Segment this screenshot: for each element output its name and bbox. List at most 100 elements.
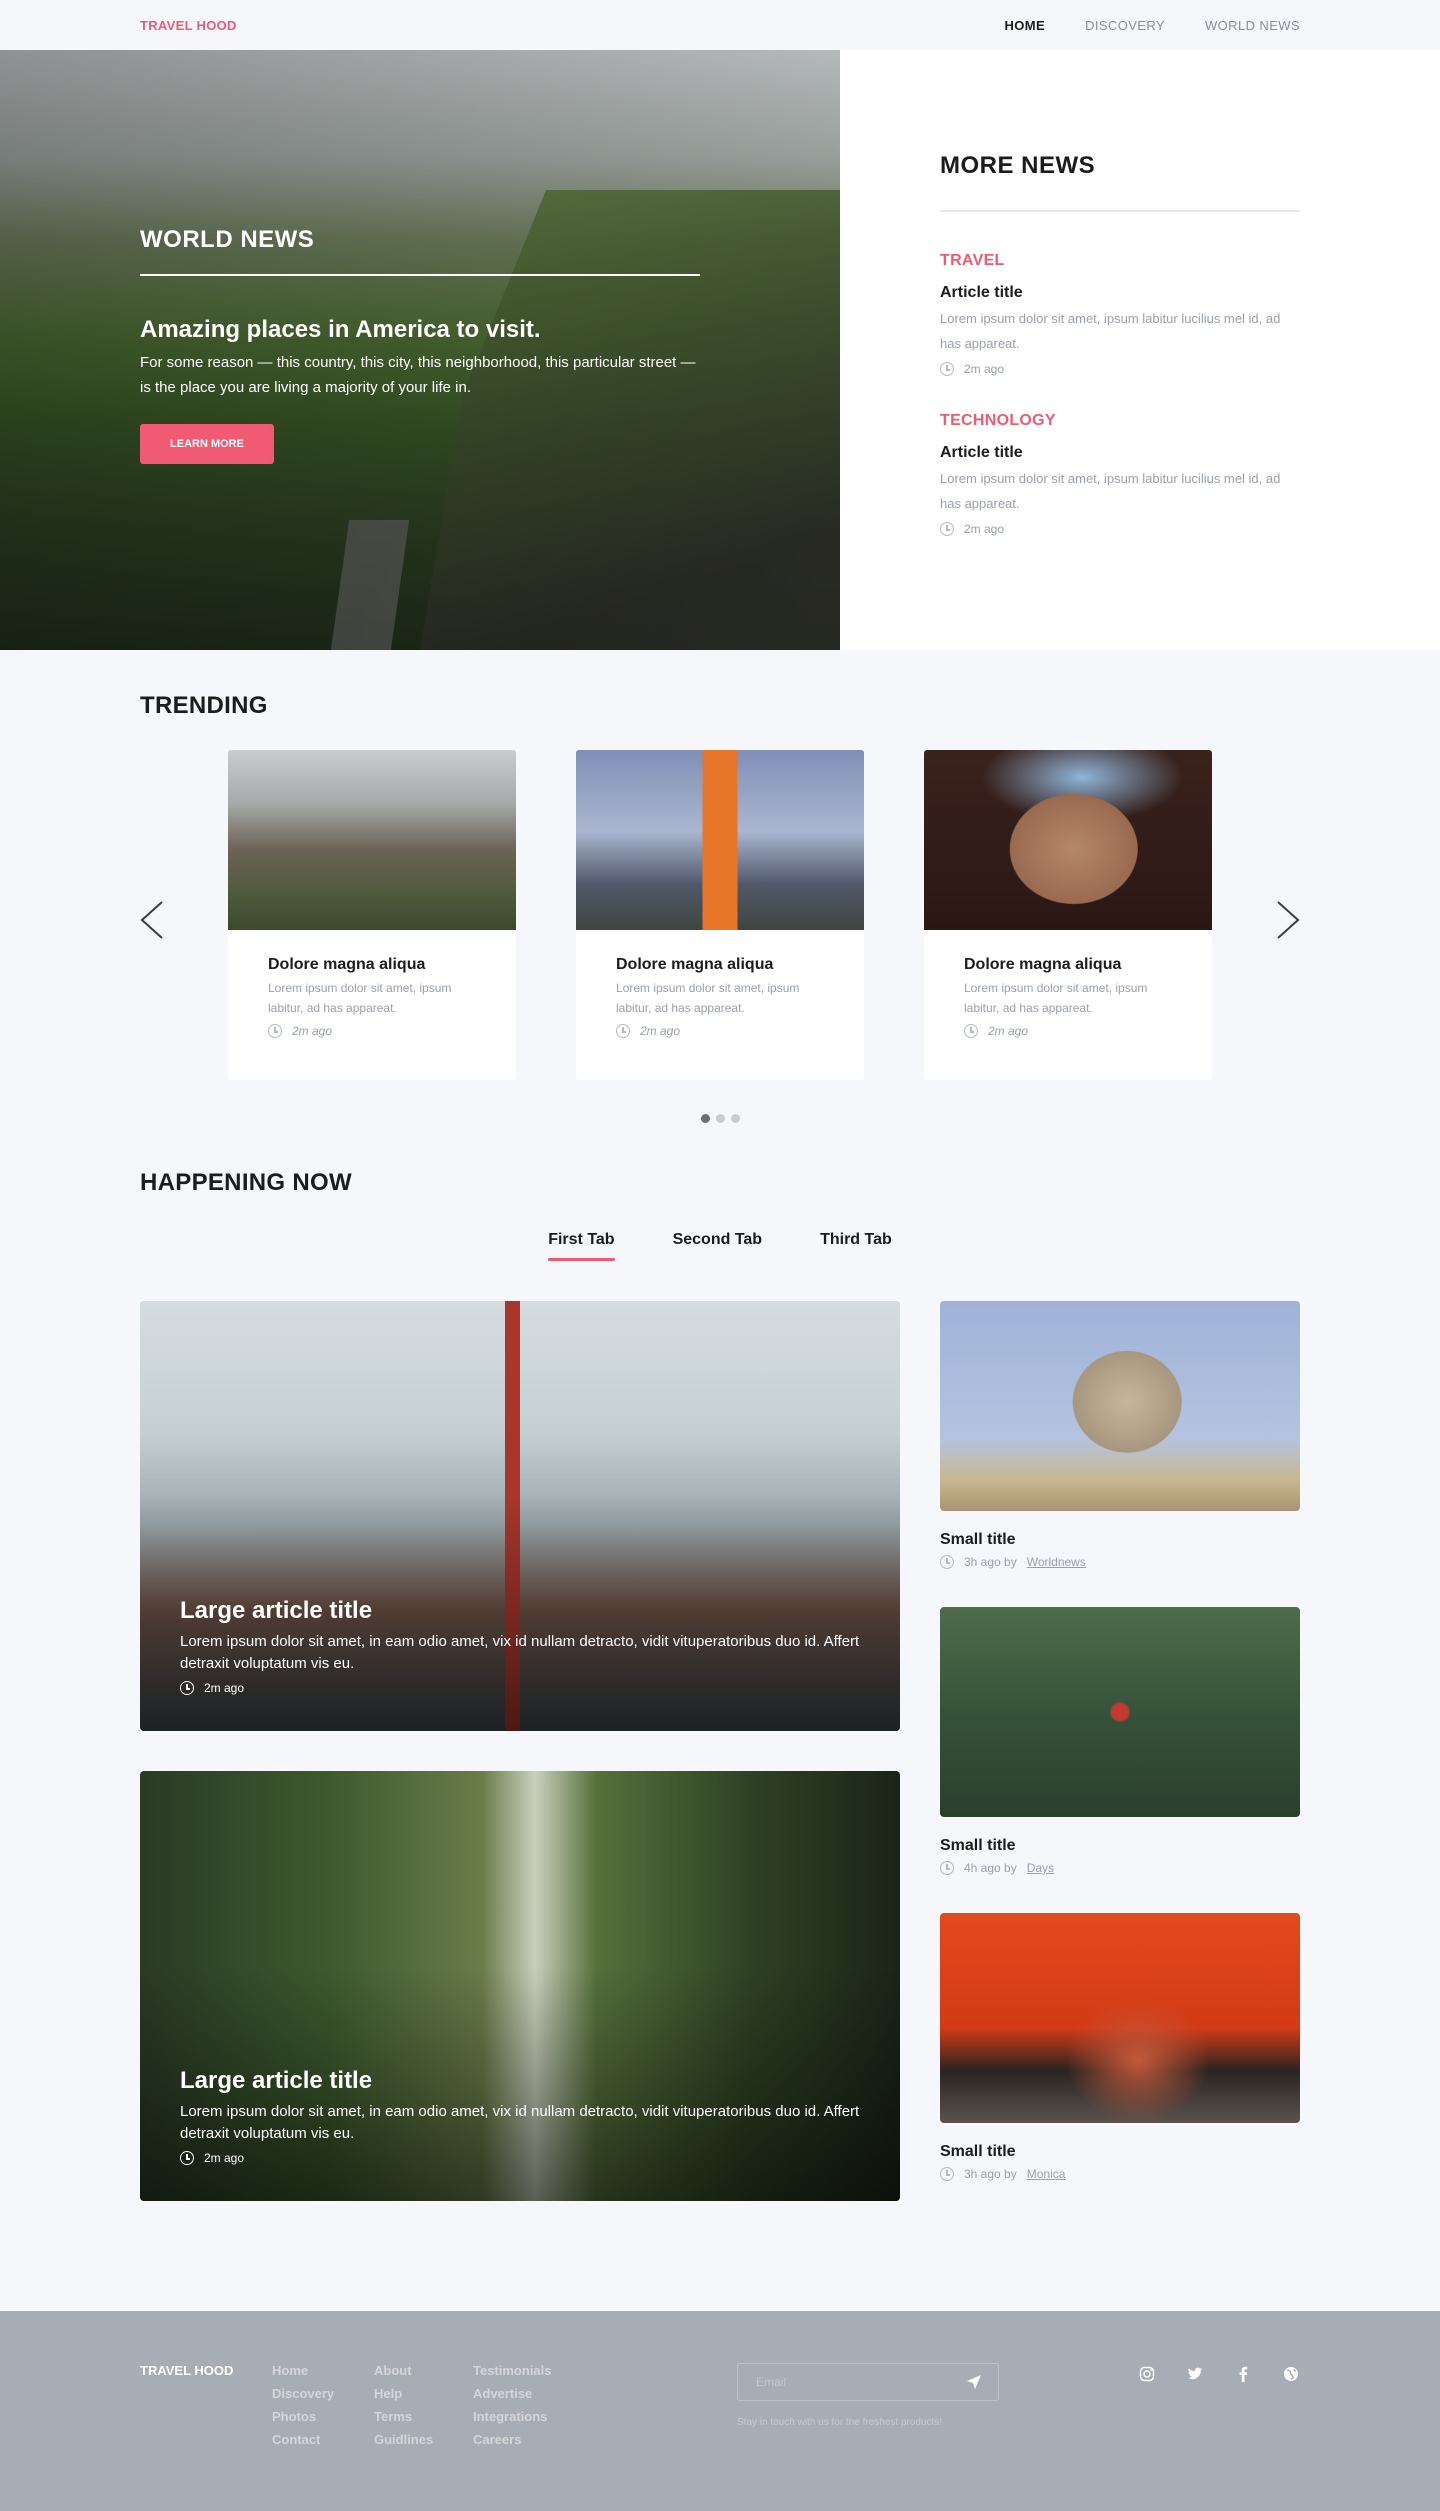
small-article-title[interactable]: Small title <box>940 1837 1300 1855</box>
card-meta: 2m ago <box>964 1024 1172 1038</box>
clock-icon <box>940 362 954 376</box>
card-time: 2m ago <box>988 1024 1029 1038</box>
hero-content: WORLD NEWS Amazing places in America to … <box>140 226 700 464</box>
large-articles: Large article title Lorem ipsum dolor si… <box>140 1301 900 2241</box>
tab-first[interactable]: First Tab <box>548 1231 615 1261</box>
large-article-title[interactable]: Large article title <box>180 2067 860 2095</box>
top-header: TRAVEL HOOD HOME DISCOVERY WORLD NEWS <box>0 0 1440 50</box>
footer-link-testimonials[interactable]: Testimonials <box>473 2363 737 2378</box>
card-meta: 2m ago <box>268 1024 476 1038</box>
carousel-dot[interactable] <box>715 1114 725 1123</box>
card-title[interactable]: Dolore magna aliqua <box>616 956 824 974</box>
clock-icon <box>964 1024 978 1038</box>
carousel-dot[interactable] <box>730 1114 740 1123</box>
small-article-time: 3h ago by <box>964 1555 1017 1569</box>
footer-link-integrations[interactable]: Integrations <box>473 2409 737 2424</box>
footer-link-help[interactable]: Help <box>374 2386 473 2401</box>
large-article-text: Lorem ipsum dolor sit amet, in eam odio … <box>180 2103 860 2142</box>
nav-world-news[interactable]: WORLD NEWS <box>1205 18 1300 33</box>
footer-link-contact[interactable]: Contact <box>272 2432 374 2447</box>
chevron-left-icon[interactable] <box>140 900 164 940</box>
newsletter-note: Stay in touch with us for the freshest p… <box>737 2417 943 2428</box>
hero-section: WORLD NEWS Amazing places in America to … <box>0 50 1440 650</box>
card-time: 2m ago <box>640 1024 681 1038</box>
news-time: 2m ago <box>964 362 1005 376</box>
footer-links-col3: Testimonials Advertise Integrations Care… <box>473 2363 737 2511</box>
small-article[interactable]: Small title 3h ago by Worldnews <box>940 1301 1300 1569</box>
chevron-right-icon[interactable] <box>1276 900 1300 940</box>
news-item[interactable]: TECHNOLOGY Article title Lorem ipsum dol… <box>940 412 1300 536</box>
footer-link-photos[interactable]: Photos <box>272 2409 374 2424</box>
card-image-petra <box>924 750 1212 930</box>
facebook-icon[interactable] <box>1234 2365 1252 2383</box>
small-article-author[interactable]: Monica <box>1027 2167 1066 2181</box>
nav-discovery[interactable]: DISCOVERY <box>1085 18 1165 33</box>
happening-section: HAPPENING NOW First Tab Second Tab Third… <box>0 1123 1440 2241</box>
small-article-author[interactable]: Days <box>1027 1861 1054 1875</box>
news-meta: 2m ago <box>940 362 1300 376</box>
news-excerpt: Lorem ipsum dolor sit amet, ipsum labitu… <box>940 471 1281 511</box>
footer-link-guidlines[interactable]: Guidlines <box>374 2432 473 2447</box>
footer-link-advertise[interactable]: Advertise <box>473 2386 737 2401</box>
news-item[interactable]: TRAVEL Article title Lorem ipsum dolor s… <box>940 252 1300 376</box>
news-title[interactable]: Article title <box>940 284 1300 302</box>
card-title[interactable]: Dolore magna aliqua <box>268 956 476 974</box>
news-excerpt: Lorem ipsum dolor sit amet, ipsum labitu… <box>940 311 1281 351</box>
more-news-panel: MORE NEWS TRAVEL Article title Lorem ips… <box>840 50 1440 650</box>
card-time: 2m ago <box>292 1024 333 1038</box>
small-article-title[interactable]: Small title <box>940 1531 1300 1549</box>
clock-icon <box>180 1681 194 1695</box>
footer-link-home[interactable]: Home <box>272 2363 374 2378</box>
carousel-dot[interactable] <box>700 1114 710 1123</box>
more-news-divider <box>940 210 1300 212</box>
news-category[interactable]: TRAVEL <box>940 252 1300 270</box>
hero-image: WORLD NEWS Amazing places in America to … <box>0 50 840 650</box>
nav-home[interactable]: HOME <box>1004 18 1045 33</box>
news-category[interactable]: TECHNOLOGY <box>940 412 1300 430</box>
footer-link-careers[interactable]: Careers <box>473 2432 737 2447</box>
tab-second[interactable]: Second Tab <box>673 1231 763 1261</box>
footer-logo[interactable]: TRAVEL HOOD <box>140 2363 272 2511</box>
small-article[interactable]: Small title 4h ago by Days <box>940 1607 1300 1875</box>
trending-cards: Dolore magna aliqua Lorem ipsum dolor si… <box>228 750 1212 1080</box>
trending-card[interactable]: Dolore magna aliqua Lorem ipsum dolor si… <box>228 750 516 1080</box>
card-image-viaduct <box>228 750 516 930</box>
large-article[interactable]: Large article title Lorem ipsum dolor si… <box>140 1301 900 1731</box>
footer-link-about[interactable]: About <box>374 2363 473 2378</box>
news-meta: 2m ago <box>940 522 1300 536</box>
logo[interactable]: TRAVEL HOOD <box>140 18 237 33</box>
small-article-meta: 3h ago by Monica <box>940 2167 1300 2181</box>
news-title[interactable]: Article title <box>940 444 1300 462</box>
trending-section: TRENDING Dolore magna aliqua Lorem ipsum… <box>0 650 1440 1123</box>
large-article[interactable]: Large article title Lorem ipsum dolor si… <box>140 1771 900 2201</box>
tab-third[interactable]: Third Tab <box>820 1231 892 1261</box>
footer-link-discovery[interactable]: Discovery <box>272 2386 374 2401</box>
clock-icon <box>940 1861 954 1875</box>
small-article-image-torii <box>940 1913 1300 2123</box>
twitter-icon[interactable] <box>1186 2365 1204 2383</box>
social-links <box>1138 2365 1300 2383</box>
trending-card[interactable]: Dolore magna aliqua Lorem ipsum dolor si… <box>576 750 864 1080</box>
clock-icon <box>940 1555 954 1569</box>
globe-icon[interactable] <box>1282 2365 1300 2383</box>
learn-more-button[interactable]: LEARN MORE <box>140 424 274 464</box>
main-nav: HOME DISCOVERY WORLD NEWS <box>1004 18 1300 33</box>
page: TRAVEL HOOD HOME DISCOVERY WORLD NEWS WO… <box>0 0 1440 2511</box>
large-article-time: 2m ago <box>204 2151 245 2165</box>
small-article-time: 3h ago by <box>964 2167 1017 2181</box>
card-title[interactable]: Dolore magna aliqua <box>964 956 1172 974</box>
small-article-title[interactable]: Small title <box>940 2143 1300 2161</box>
instagram-icon[interactable] <box>1138 2365 1156 2383</box>
trending-card[interactable]: Dolore magna aliqua Lorem ipsum dolor si… <box>924 750 1212 1080</box>
small-article-author[interactable]: Worldnews <box>1027 1555 1086 1569</box>
large-article-meta: 2m ago <box>180 1681 860 1695</box>
send-icon[interactable] <box>966 2374 982 2390</box>
small-article-image-parrot <box>940 1607 1300 1817</box>
large-article-text: Lorem ipsum dolor sit amet, in eam odio … <box>180 1633 860 1672</box>
small-article[interactable]: Small title 3h ago by Monica <box>940 1913 1300 2181</box>
footer-link-terms[interactable]: Terms <box>374 2409 473 2424</box>
email-placeholder: Email <box>756 2375 787 2389</box>
large-article-title[interactable]: Large article title <box>180 1597 860 1625</box>
carousel-dots <box>0 1114 1440 1123</box>
email-field[interactable]: Email <box>737 2363 999 2401</box>
